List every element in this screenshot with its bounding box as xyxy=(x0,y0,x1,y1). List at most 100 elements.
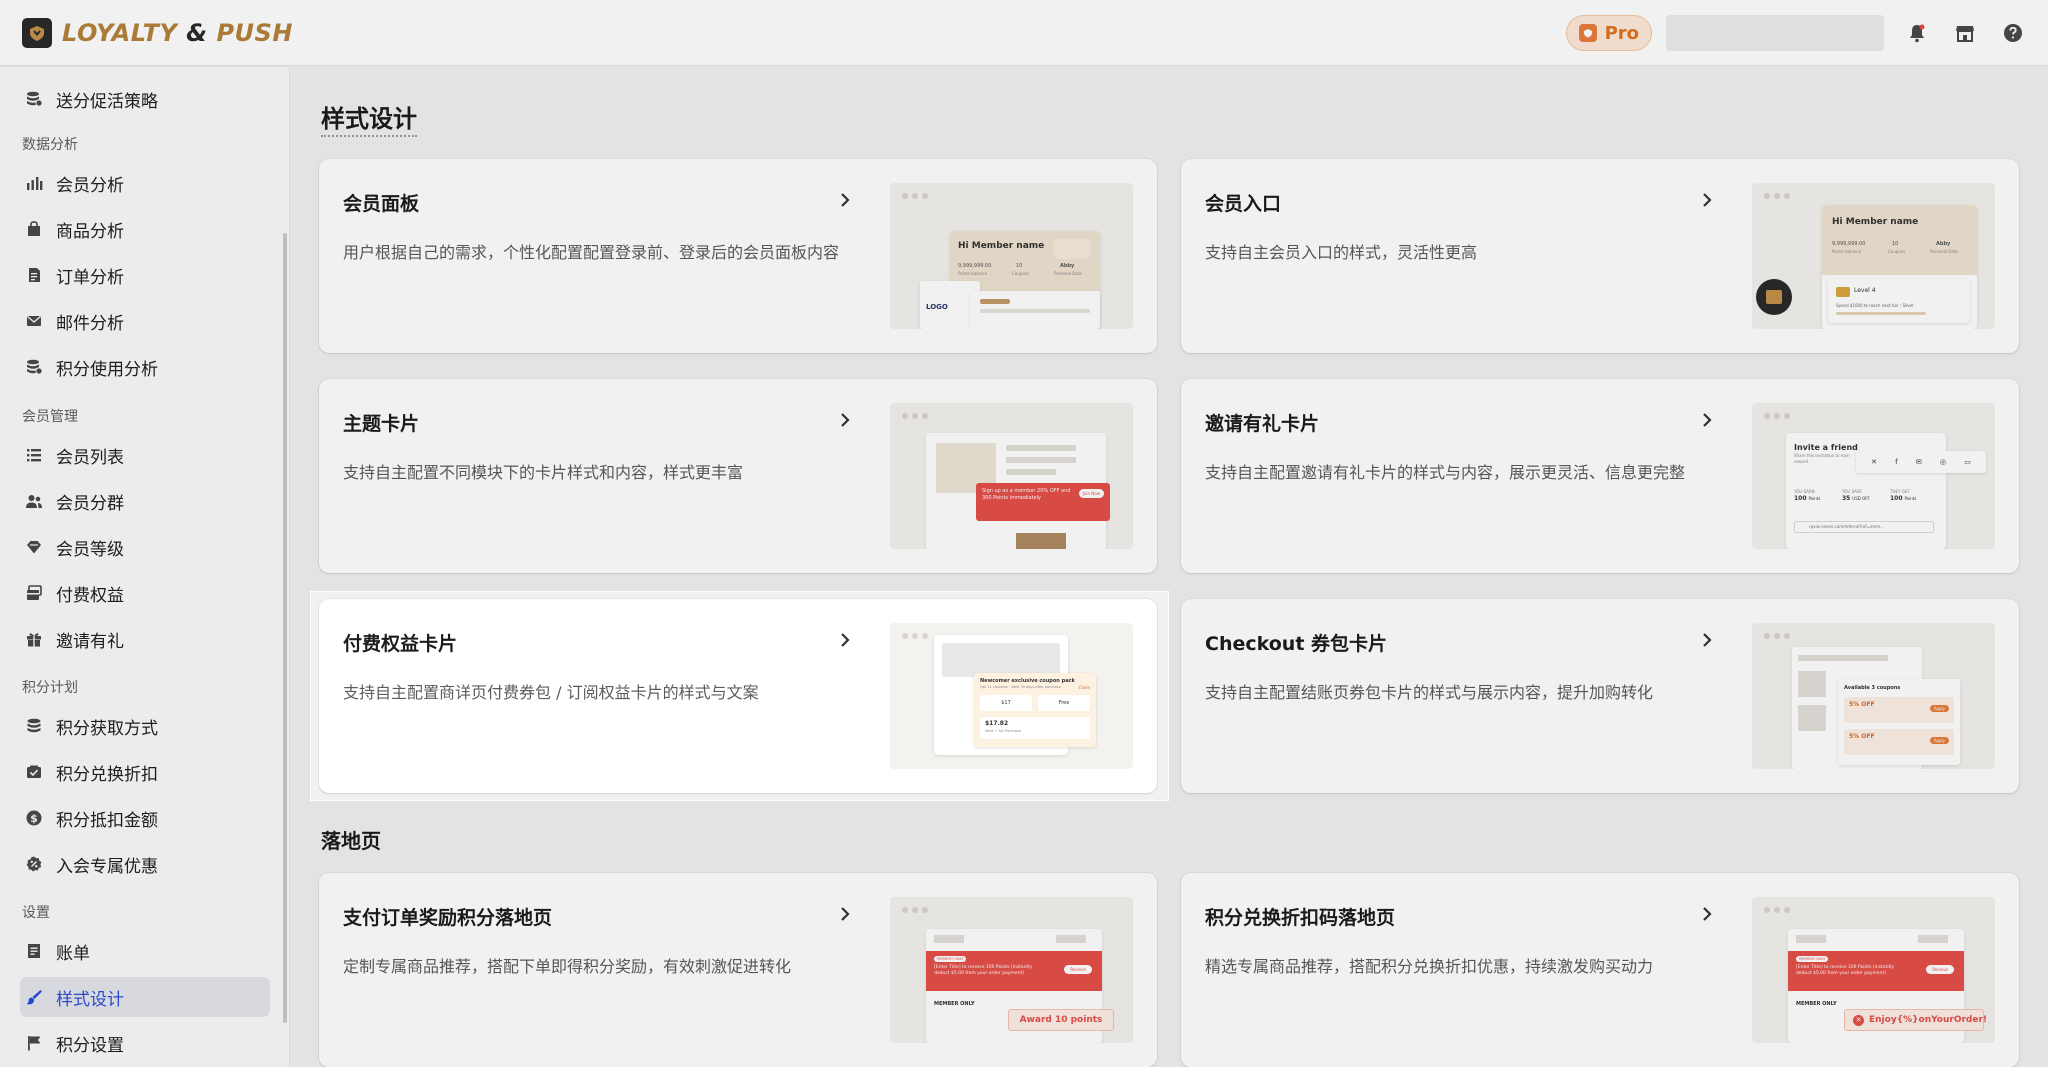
sidebar-item-label: 邮件分析 xyxy=(56,313,124,334)
style-card-member-entry[interactable]: 会员入口 支持自主会员入口的样式，灵活性更高 Hi Member name 9,… xyxy=(1181,159,2019,353)
card-title: 会员入口 xyxy=(1205,193,1282,215)
card-description: 支持自主配置结账页券包卡片的样式与展示内容，提升加购转化 xyxy=(1205,683,1654,702)
coins-stack-icon xyxy=(24,89,44,109)
list-icon xyxy=(24,445,44,465)
chevron-right-icon xyxy=(841,907,850,921)
app-logo-text: LOYALTY & PUSH xyxy=(62,18,293,47)
store-icon[interactable] xyxy=(1952,20,1978,46)
sidebar-item-label: 样式设计 xyxy=(56,989,124,1010)
chevron-right-icon xyxy=(841,193,850,207)
card-description: 精选专属商品推荐，搭配积分兑换折扣优惠，持续激发购买动力 xyxy=(1205,957,1654,976)
sidebar-item-paid-benefits[interactable]: 付费权益 xyxy=(20,573,270,613)
help-icon[interactable] xyxy=(2000,20,2026,46)
pro-icon xyxy=(1578,24,1597,42)
sidebar-item-label: 积分抵扣金额 xyxy=(56,810,158,831)
style-card-checkout-coupon-card[interactable]: Checkout 券包卡片 支持自主配置结账页券包卡片的样式与展示内容，提升加购… xyxy=(1181,599,2019,793)
style-card-points-discount-landing[interactable]: 积分兑换折扣码落地页 精选专属商品推荐，搭配积分兑换折扣优惠，持续激发购买动力 … xyxy=(1181,873,2019,1067)
notification-bell-icon[interactable] xyxy=(1904,20,1930,46)
coins-stack-icon xyxy=(24,716,44,736)
style-card-paid-benefit-card[interactable]: 付费权益卡片 支持自主配置商详页付费券包 / 订阅权益卡片的样式与文案 Newc… xyxy=(319,599,1157,793)
sidebar-item-order-analysis[interactable]: 订单分析 xyxy=(20,255,270,295)
sidebar-item-label: 付费权益 xyxy=(56,585,124,606)
sidebar-item-label: 会员等级 xyxy=(56,539,124,560)
dollar-circle-icon: $ xyxy=(24,808,44,828)
bar-chart-icon xyxy=(24,173,44,193)
coins-stack-icon xyxy=(24,357,44,377)
sidebar-item-points-earning[interactable]: 积分获取方式 xyxy=(20,706,270,746)
card-title: 付费权益卡片 xyxy=(343,633,458,655)
sidebar-scrollbar[interactable] xyxy=(283,233,287,1023)
sidebar-item-label: 积分设置 xyxy=(56,1035,124,1056)
chevron-right-icon xyxy=(841,633,850,647)
card-description: 支持自主配置商详页付费券包 / 订阅权益卡片的样式与文案 xyxy=(343,683,759,702)
pro-plan-badge[interactable]: Pro xyxy=(1565,15,1652,51)
sidebar-item-label: 商品分析 xyxy=(56,221,124,242)
style-card-theme-card[interactable]: 主题卡片 支持自主配置不同模块下的卡片样式和内容，样式更丰富 Sign up a… xyxy=(319,379,1157,573)
sidebar-item-label: 积分使用分析 xyxy=(56,359,158,380)
sidebar-item-points-usage-analysis[interactable]: 积分使用分析 xyxy=(20,347,270,387)
paid-benefit-preview-image: Newcomer exclusive coupon pack Get 11 co… xyxy=(890,623,1133,769)
sidebar-item-member-analysis[interactable]: 会员分析 xyxy=(20,163,270,203)
style-card-invite-card[interactable]: 邀请有礼卡片 支持自主配置邀请有礼卡片的样式与内容，展示更灵活、信息更完整 In… xyxy=(1181,379,2019,573)
main-content: 样式设计 会员面板 用户根据自己的需求，个性化配置配置登录前、登录后的会员面板内… xyxy=(291,67,2048,1067)
pro-label: Pro xyxy=(1604,22,1639,44)
chevron-right-icon xyxy=(1703,413,1712,427)
invite-card-preview-image: Invite a friend Share this invitation to… xyxy=(1752,403,1995,549)
card-title: Checkout 券包卡片 xyxy=(1205,633,1388,655)
sidebar-item-member-list[interactable]: 会员列表 xyxy=(20,435,270,475)
theme-card-preview-image: Sign up as a member 20% OFF and 300 Poin… xyxy=(890,403,1133,549)
users-icon xyxy=(24,491,44,511)
sidebar-item-invite-rewards[interactable]: 邀请有礼 xyxy=(20,619,270,659)
card-description: 支持自主配置不同模块下的卡片样式和内容，样式更丰富 xyxy=(343,463,744,482)
sidebar-item-label: 邀请有礼 xyxy=(56,631,124,652)
sidebar-group-label: 积分计划 xyxy=(22,680,78,696)
sidebar-item-points-settings[interactable]: 积分设置 xyxy=(20,1023,270,1063)
member-panel-preview-image: Hi Member name 9,999,999.00 Points balan… xyxy=(890,183,1133,329)
sidebar-item-points-promo-strategy[interactable]: 送分促活策略 xyxy=(20,79,270,119)
chevron-right-icon xyxy=(1703,633,1712,647)
member-entry-preview-image: Hi Member name 9,999,999.00 Points balan… xyxy=(1752,183,1995,329)
style-card-member-panel[interactable]: 会员面板 用户根据自己的需求，个性化配置配置登录前、登录后的会员面板内容 Hi … xyxy=(319,159,1157,353)
top-bar: LOYALTY & PUSH Pro xyxy=(0,0,2048,66)
section-title-landing-pages: 落地页 xyxy=(321,829,381,853)
sidebar-item-label: 送分促活策略 xyxy=(56,91,158,112)
chevron-right-icon xyxy=(1703,193,1712,207)
card-description: 支持自主配置邀请有礼卡片的样式与内容，展示更灵活、信息更完整 xyxy=(1205,463,1686,482)
flag-icon xyxy=(24,1033,44,1053)
gift-icon xyxy=(24,629,44,649)
card-stack-icon xyxy=(24,583,44,603)
document-icon xyxy=(24,265,44,285)
sidebar-item-label: 订单分析 xyxy=(56,267,124,288)
svg-text:$: $ xyxy=(30,812,38,825)
sidebar-group-label: 会员管理 xyxy=(22,409,78,425)
sidebar-item-label: 会员列表 xyxy=(56,447,124,468)
sidebar-item-product-analysis[interactable]: 商品分析 xyxy=(20,209,270,249)
sidebar-item-email-analysis[interactable]: 邮件分析 xyxy=(20,301,270,341)
card-description: 用户根据自己的需求，个性化配置配置登录前、登录后的会员面板内容 xyxy=(343,243,840,262)
sidebar-item-label: 会员分群 xyxy=(56,493,124,514)
card-description: 支持自主会员入口的样式，灵活性更高 xyxy=(1205,243,1478,262)
card-description: 定制专属商品推荐，搭配下单即得积分奖励，有效刺激促进转化 xyxy=(343,957,792,976)
style-card-order-reward-landing[interactable]: 支付订单奖励积分落地页 定制专属商品推荐，搭配下单即得积分奖励，有效刺激促进转化… xyxy=(319,873,1157,1067)
diamond-icon xyxy=(24,537,44,557)
receipt-icon xyxy=(24,941,44,961)
card-title: 会员面板 xyxy=(343,193,420,215)
ticket-icon xyxy=(24,762,44,782)
shopping-bag-icon xyxy=(24,219,44,239)
sidebar-item-label: 会员分析 xyxy=(56,175,124,196)
sidebar-item-member-tiers[interactable]: 会员等级 xyxy=(20,527,270,567)
mail-icon xyxy=(24,311,44,331)
sidebar-item-label: 积分兑换折扣 xyxy=(56,764,158,785)
sidebar-item-points-discount[interactable]: 积分兑换折扣 xyxy=(20,752,270,792)
chevron-right-icon xyxy=(841,413,850,427)
sidebar-item-style-design[interactable]: 样式设计 xyxy=(20,977,270,1017)
card-title: 支付订单奖励积分落地页 xyxy=(343,907,553,929)
sidebar-item-join-offers[interactable]: 入会专属优惠 xyxy=(20,844,270,884)
card-title: 邀请有礼卡片 xyxy=(1205,413,1320,435)
card-title: 主题卡片 xyxy=(343,413,420,435)
sidebar-item-member-segments[interactable]: 会员分群 xyxy=(20,481,270,521)
sidebar-item-billing[interactable]: 账单 xyxy=(20,931,270,971)
store-account-selector[interactable] xyxy=(1666,15,1884,51)
sidebar-item-points-deduction[interactable]: $ 积分抵扣金额 xyxy=(20,798,270,838)
app-logo-icon xyxy=(22,17,52,48)
